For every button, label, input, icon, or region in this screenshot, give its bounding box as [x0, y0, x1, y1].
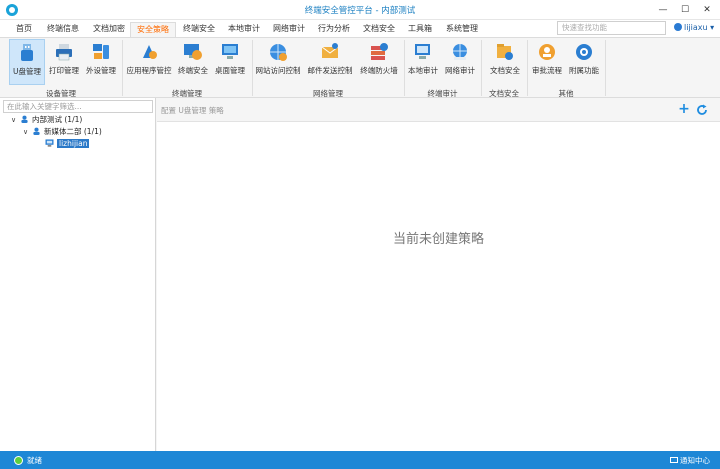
ribbon-toolbar: U盘管理 打印管理 外设管理 设备管理 应用程序管控 终端安全 桌面管理 终端管… — [0, 37, 720, 98]
tab-local-audit[interactable]: 本地审计 — [223, 22, 265, 37]
org-tree-panel: 在此输入关键字筛选... ∨ 内部测试 (1/1) ∨ 新媒体二部 (1/1) li… — [0, 98, 156, 451]
envelope-icon — [670, 457, 678, 463]
desktop-icon — [222, 44, 238, 59]
network-audit-icon — [453, 44, 467, 60]
tab-terminal-info[interactable]: 终端信息 — [42, 22, 84, 37]
mail-send-control-button[interactable]: 邮件发送控制 — [306, 39, 354, 85]
status-ready-icon — [14, 456, 23, 465]
app-control-button[interactable]: 应用程序管控 — [126, 39, 172, 85]
empty-state-message: 当前未创建策略 — [392, 232, 484, 247]
tree-filter-input[interactable]: 在此输入关键字筛选... — [3, 100, 153, 113]
desktop-management-button[interactable]: 桌面管理 — [213, 39, 247, 85]
tree-node-internal-test[interactable]: ∨ 内部测试 (1/1) — [11, 114, 82, 126]
window-title: 终端安全管控平台 - 内部测试 — [304, 6, 416, 16]
usb-icon — [21, 44, 33, 61]
mail-icon — [321, 43, 339, 58]
terminal-security-icon — [184, 44, 202, 60]
globe-icon — [270, 44, 287, 61]
website-access-control-button[interactable]: 网站访问控制 — [254, 39, 302, 85]
tab-home[interactable]: 首页 — [8, 22, 40, 37]
firewall-icon — [371, 43, 388, 60]
printer-icon — [56, 44, 72, 61]
content-header: 配置 U盘管理 策略 + — [157, 98, 720, 122]
terminal-security-button[interactable]: 终端安全 — [176, 39, 210, 85]
group-divider — [605, 40, 606, 96]
network-audit-button[interactable]: 网络审计 — [443, 39, 477, 85]
tab-toolbox[interactable]: 工具箱 — [403, 22, 437, 37]
doc-security-icon — [497, 44, 513, 60]
breadcrumb: 配置 U盘管理 策略 — [161, 106, 224, 115]
doc-security-button[interactable]: 文档安全 — [487, 39, 523, 85]
tree-node-label: lizhijian — [57, 139, 90, 148]
tab-doc-security[interactable]: 文档安全 — [358, 22, 400, 37]
local-audit-icon — [415, 44, 430, 59]
chevron-down-icon: ▾ — [707, 23, 715, 32]
group-icon — [21, 115, 28, 123]
tree-node-computer[interactable]: lizhijian — [45, 138, 90, 150]
usb-management-button[interactable]: U盘管理 — [9, 39, 45, 85]
gear-icon — [576, 44, 592, 60]
tab-doc-encrypt[interactable]: 文档加密 — [88, 22, 130, 37]
status-text: 就绪 — [27, 456, 42, 465]
local-audit-button[interactable]: 本地审计 — [406, 39, 440, 85]
expand-caret-icon[interactable]: ∨ — [11, 114, 20, 126]
tab-behavior-analysis[interactable]: 行为分析 — [313, 22, 355, 37]
terminal-firewall-button[interactable]: 终端防火墙 — [357, 39, 401, 85]
tab-terminal-security[interactable]: 终端安全 — [178, 22, 220, 37]
user-menu[interactable]: lijiaxu ▾ — [674, 22, 714, 34]
policy-content-panel: 配置 U盘管理 策略 + 当前未创建策略 — [157, 98, 720, 451]
print-management-button[interactable]: 打印管理 — [47, 39, 81, 85]
status-bar: 就绪 通知中心 — [0, 451, 720, 469]
tab-network-audit[interactable]: 网络审计 — [268, 22, 310, 37]
group-icon — [33, 127, 40, 135]
peripheral-management-button[interactable]: 外设管理 — [84, 39, 118, 85]
title-bar: 终端安全管控平台 - 内部测试 — ☐ ✕ — [0, 0, 720, 20]
refresh-icon[interactable] — [696, 104, 708, 116]
approval-flow-button[interactable]: 审批流程 — [530, 39, 564, 85]
tree-node-label: 内部测试 (1/1) — [32, 115, 83, 124]
tab-system-admin[interactable]: 系统管理 — [441, 22, 483, 37]
auxiliary-functions-button[interactable]: 附属功能 — [567, 39, 601, 85]
peripheral-icon — [93, 44, 109, 59]
notification-center-button[interactable]: 通知中心 — [670, 455, 710, 466]
maximize-button[interactable]: ☐ — [677, 3, 693, 17]
computer-icon — [45, 139, 54, 147]
tree-node-label: 新媒体二部 (1/1) — [44, 127, 102, 136]
user-name: lijiaxu — [684, 23, 708, 32]
tab-security-policy[interactable]: 安全策略 — [130, 22, 176, 37]
add-policy-button[interactable]: + — [678, 102, 690, 116]
expand-caret-icon[interactable]: ∨ — [23, 126, 32, 138]
feature-search-input[interactable]: 快速查找功能 — [557, 21, 666, 35]
app-control-icon — [143, 45, 157, 59]
approval-icon — [539, 44, 555, 60]
close-button[interactable]: ✕ — [699, 3, 715, 17]
user-icon — [674, 23, 682, 31]
minimize-button[interactable]: — — [655, 3, 671, 17]
tree-node-new-media[interactable]: ∨ 新媒体二部 (1/1) — [23, 126, 102, 138]
